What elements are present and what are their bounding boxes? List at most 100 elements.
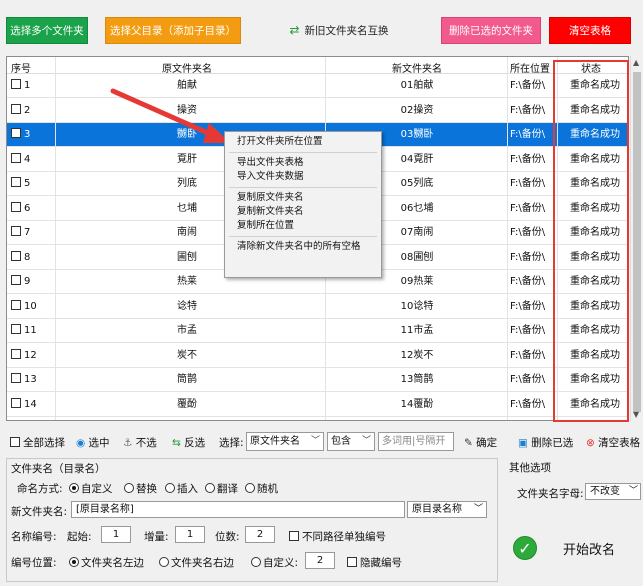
row-checkbox[interactable]	[11, 250, 21, 261]
mode-translate-radio[interactable]: 翻译	[205, 481, 238, 496]
new-folder-name: 09热莱	[400, 276, 434, 287]
table-row[interactable]: 12 炭不 12炭不 F:\备份\ 重命名成功	[7, 344, 628, 368]
header-no: 序号	[11, 64, 31, 75]
menu-clear-spaces[interactable]: 清除新文件夹名中的所有空格	[225, 240, 381, 254]
table-row[interactable]: 14 覆酚 14覆酚 F:\备份\ 重命名成功	[7, 393, 628, 417]
scroll-thumb[interactable]	[633, 72, 641, 412]
scroll-down-icon[interactable]: ▼	[633, 410, 639, 419]
row-checkbox[interactable]	[11, 275, 21, 285]
old-folder-name: 覆酚	[177, 398, 197, 410]
unselect-button[interactable]: ⚓ 不选	[123, 435, 157, 450]
check-circle-icon: ✓	[513, 536, 537, 560]
menu-export-table[interactable]: 导出文件夹表格	[225, 156, 381, 170]
other-title: 其他选项	[509, 462, 551, 474]
old-folder-name: 乜埔	[177, 202, 197, 214]
pos-custom-input[interactable]: 2	[305, 552, 335, 569]
old-folder-name: 热莱	[177, 276, 197, 287]
separate-numbering-checkbox[interactable]: 不同路径单独编号	[289, 529, 386, 544]
match-select[interactable]: 包含 ﹀	[327, 432, 375, 451]
delete-icon: ▣	[518, 437, 528, 449]
select-parent-button[interactable]: 选择父目录（添加子目录）	[105, 17, 241, 44]
row-checkbox[interactable]	[11, 177, 21, 187]
row-number: 4	[11, 148, 61, 172]
row-checkbox[interactable]	[11, 128, 21, 138]
header-loc: 所在位置	[510, 64, 550, 75]
new-folder-name: 02操资	[400, 104, 434, 116]
position-label: 编号位置:	[11, 557, 57, 569]
old-folder-name: 南闹	[177, 227, 197, 238]
table-row[interactable]: 10 谂特 10谂特 F:\备份\ 重命名成功	[7, 295, 628, 319]
pos-left-radio[interactable]: 文件夹名左边	[69, 555, 144, 570]
row-number: 7	[11, 221, 61, 245]
row-checkbox[interactable]	[11, 79, 21, 89]
mode-random-radio[interactable]: 随机	[245, 481, 278, 496]
row-number: 11	[11, 319, 61, 343]
mode-replace-radio[interactable]: 替换	[124, 481, 157, 496]
row-number: 8	[11, 246, 61, 270]
swap-icon: ⇄	[289, 23, 300, 37]
naming-options-group: 文件夹名（目录名） 命名方式: 自定义 替换 插入 翻译 随机 新文件夹名: […	[6, 458, 498, 582]
chevron-down-icon: ﹀	[310, 436, 320, 446]
row-checkbox[interactable]	[11, 373, 21, 383]
row-checkbox[interactable]	[11, 324, 21, 334]
new-name-label: 新文件夹名:	[11, 506, 68, 518]
pos-custom-radio[interactable]: 自定义:	[251, 555, 298, 570]
old-folder-name: 圃刨	[177, 251, 197, 263]
case-select[interactable]: 不改变 ﹀	[585, 483, 641, 500]
new-folder-name: 05列底	[400, 178, 434, 189]
start-input[interactable]: 1	[101, 526, 131, 543]
row-number: 10	[11, 295, 61, 319]
start-rename-button[interactable]: ✓ 开始改名	[505, 526, 643, 570]
table-row[interactable]: 11 市孟 11市孟 F:\备份\ 重命名成功	[7, 319, 628, 343]
row-checkbox[interactable]	[11, 397, 21, 408]
pos-right-radio[interactable]: 文件夹名右边	[159, 555, 234, 570]
select-button[interactable]: ◉ 选中	[76, 435, 110, 450]
row-checkbox[interactable]	[11, 152, 21, 163]
delete-selected-small-button[interactable]: ▣ 删除已选	[518, 435, 573, 450]
other-options-panel: 其他选项 文件夹名字母: 不改变 ﹀ ✓ 开始改名	[505, 458, 643, 582]
step-input[interactable]: 1	[175, 526, 205, 543]
row-checkbox[interactable]	[11, 103, 21, 114]
row-checkbox[interactable]	[11, 201, 21, 212]
hide-number-checkbox[interactable]: 隐藏编号	[347, 555, 402, 570]
new-folder-name: 13筒鹊	[400, 374, 434, 385]
chevron-down-icon: ﹀	[361, 436, 371, 446]
keyword-input[interactable]: 多词用|号隔开	[378, 432, 454, 451]
mode-custom-radio[interactable]: 自定义	[69, 481, 113, 496]
new-name-input[interactable]: [原目录名称]	[71, 501, 405, 518]
row-checkbox[interactable]	[11, 299, 21, 310]
menu-copy-old[interactable]: 复制原文件夹名	[225, 191, 381, 205]
table-row[interactable]: 13 筒鹊 13筒鹊 F:\备份\ 重命名成功	[7, 368, 628, 392]
old-folder-name: 覔肝	[177, 153, 197, 165]
table-scrollbar[interactable]: ▲ ▼	[630, 56, 643, 421]
field-select[interactable]: 原文件夹名 ﹀	[246, 432, 324, 451]
mode-insert-radio[interactable]: 插入	[165, 481, 198, 496]
start-label: 起始:	[67, 531, 92, 543]
menu-import-data[interactable]: 导入文件夹数据	[225, 170, 381, 184]
select-folders-button[interactable]: 选择多个文件夹	[6, 17, 88, 44]
delete-selected-button[interactable]: 删除已选的文件夹	[441, 17, 541, 44]
invert-button[interactable]: ⇆ 反选	[172, 435, 205, 450]
select-all-checkbox[interactable]: 全部选择	[10, 435, 65, 450]
insert-name-select[interactable]: 原目录名称 ﹀	[407, 501, 487, 518]
group-title: 文件夹名（目录名）	[11, 463, 106, 475]
clear-table-button[interactable]: 清空表格	[549, 17, 631, 44]
digits-label: 位数:	[215, 531, 240, 543]
unselect-icon: ⚓	[123, 437, 133, 449]
menu-copy-loc[interactable]: 复制所在位置	[225, 219, 381, 233]
confirm-icon: ✎	[464, 437, 473, 449]
confirm-button[interactable]: ✎ 确定	[464, 435, 497, 450]
mode-label: 命名方式:	[17, 483, 63, 495]
start-rename-label: 开始改名	[563, 542, 616, 558]
swap-names-button[interactable]: ⇄ 新旧文件夹名互换	[287, 19, 391, 41]
menu-open-location[interactable]: 打开文件夹所在位置	[225, 135, 381, 149]
scroll-up-icon[interactable]: ▲	[633, 58, 639, 67]
clear-table-small-button[interactable]: ⊗ 清空表格	[586, 435, 640, 450]
digits-input[interactable]: 2	[245, 526, 275, 543]
row-checkbox[interactable]	[11, 348, 21, 359]
table-row[interactable]: 1 舶献 01舶献 F:\备份\ 重命名成功	[7, 74, 628, 98]
row-checkbox[interactable]	[11, 226, 21, 236]
menu-copy-new[interactable]: 复制新文件夹名	[225, 205, 381, 219]
row-number: 5	[11, 172, 61, 196]
table-row[interactable]: 2 操资 02操资 F:\备份\ 重命名成功	[7, 99, 628, 123]
